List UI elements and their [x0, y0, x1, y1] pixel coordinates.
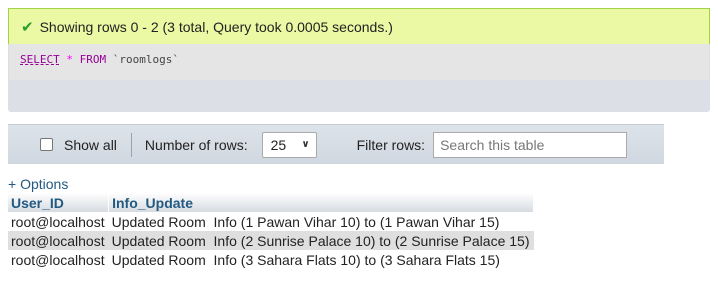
table-row[interactable]: root@localhost Updated Room Info (2 Sunr… [8, 231, 534, 250]
cell-info-update: Updated Room Info (2 Sunrise Palace 10) … [108, 231, 534, 250]
cell-info-update: Updated Room Info (3 Sahara Flats 10) to… [108, 250, 534, 269]
filter-rows-label: Filter rows: [356, 136, 426, 153]
filter-rows-input[interactable] [433, 131, 628, 158]
sql-query-box: SELECT * FROM `roomlogs` [8, 44, 710, 80]
sql-table-name: `roomlogs` [112, 53, 179, 66]
success-message-text: Showing rows 0 - 2 (3 total, Query took … [39, 18, 393, 35]
cell-user-id: root@localhost [8, 212, 109, 231]
sql-keyword-select[interactable]: SELECT [20, 53, 60, 66]
table-header-row: User_ID Info_Update [8, 193, 534, 212]
sql-keyword-from: FROM [79, 53, 107, 66]
cell-user-id: root@localhost [8, 231, 109, 250]
table-navigation-bar: Show all Number of rows: 25 ∨ Filter row… [8, 124, 664, 164]
check-icon: ✔ [21, 18, 34, 36]
sql-tools-bar [8, 80, 710, 112]
rows-per-page-value: 25 [270, 136, 287, 153]
column-header-info-update[interactable]: Info_Update [108, 193, 534, 212]
options-link[interactable]: + Options [8, 176, 68, 192]
number-of-rows-label: Number of rows: [144, 136, 248, 153]
show-all-checkbox[interactable] [40, 138, 53, 151]
cell-user-id: root@localhost [8, 250, 109, 269]
rows-per-page-select[interactable]: 25 ∨ [261, 131, 317, 158]
chevron-down-icon: ∨ [301, 139, 310, 150]
table-row[interactable]: root@localhost Updated Room Info (1 Pawa… [8, 212, 534, 231]
sql-star: * [66, 53, 73, 66]
nav-separator [130, 132, 132, 157]
table-row[interactable]: root@localhost Updated Room Info (3 Saha… [8, 250, 534, 269]
column-header-user-id[interactable]: User_ID [8, 193, 110, 212]
results-table: User_ID Info_Update root@localhost Updat… [8, 193, 534, 269]
cell-info-update: Updated Room Info (1 Pawan Vihar 10) to … [108, 212, 534, 231]
success-message-bar: ✔ Showing rows 0 - 2 (3 total, Query too… [8, 8, 710, 44]
show-all-label[interactable]: Show all [64, 137, 117, 153]
